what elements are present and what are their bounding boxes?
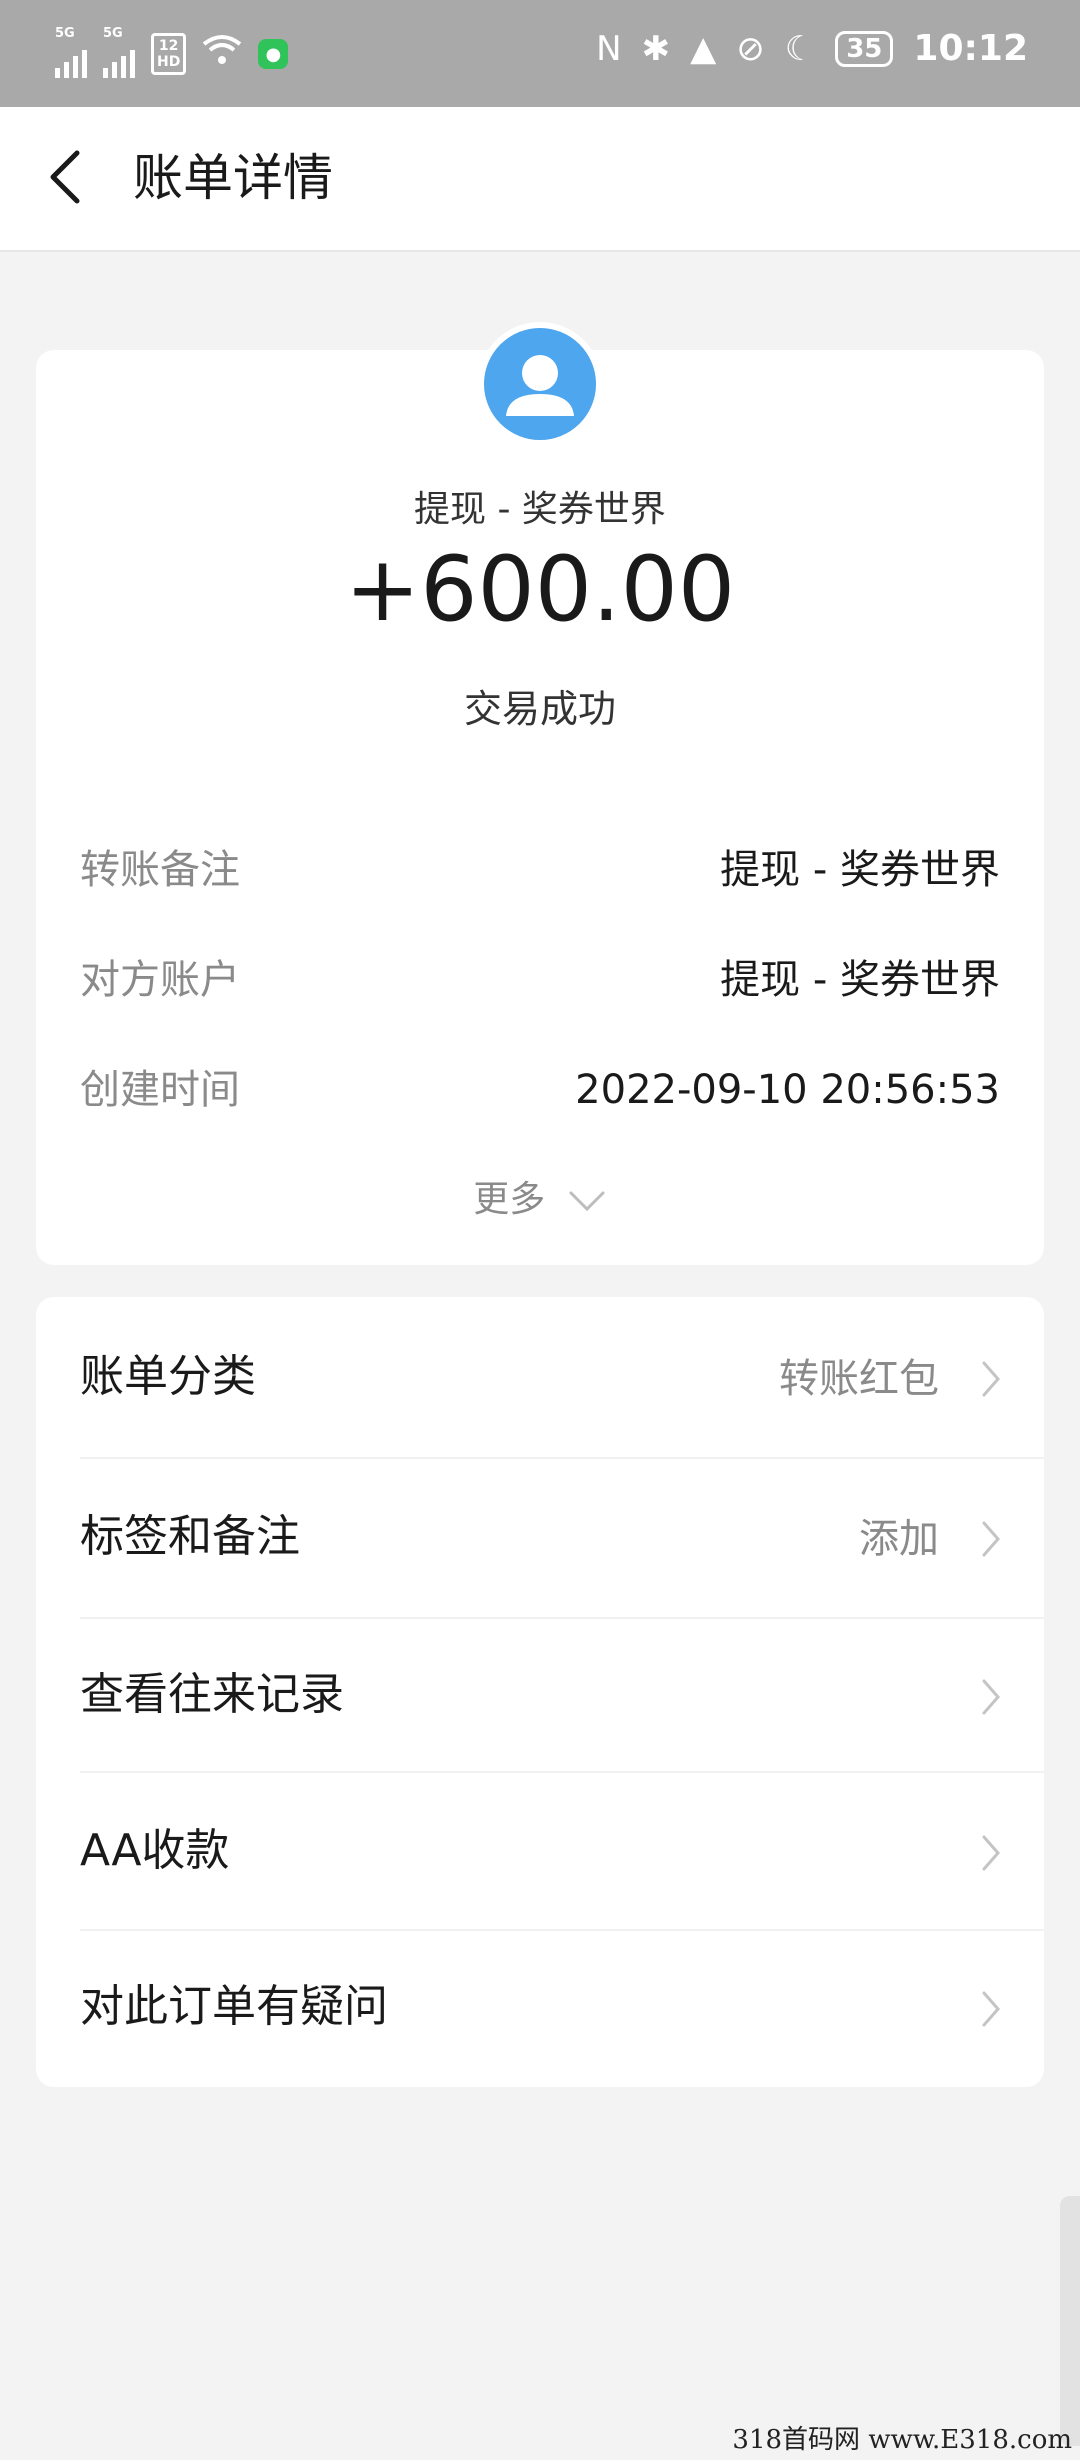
chevron-right-icon (982, 1679, 1000, 1715)
hd-icon: 12 HD (151, 33, 187, 75)
hd-top: 12 (158, 38, 179, 54)
moon-icon: ☾ (784, 28, 816, 69)
signal-label: 5G (103, 26, 123, 41)
more-label: 更多 (473, 1179, 546, 1220)
detail-key: 转账备注 (80, 847, 240, 893)
battery-icon: 35 (835, 30, 894, 67)
detail-key: 创建时间 (80, 1067, 240, 1113)
list-item-tags[interactable]: 标签和备注 添加 (36, 1457, 1044, 1617)
chevron-right-icon (982, 1521, 1000, 1557)
vibrate-off-icon: ⊘ (736, 28, 765, 69)
more-button[interactable]: 更多 (36, 1170, 1044, 1222)
detail-row-note: 转账备注 提现 - 奖券世界 (80, 840, 1000, 900)
chevron-left-icon (50, 150, 80, 204)
nfc-icon: N (596, 28, 622, 69)
bluetooth-icon: ✱ (641, 28, 671, 69)
page-title: 账单详情 (133, 149, 333, 207)
list-item-history[interactable]: 查看往来记录 (36, 1615, 1044, 1775)
detail-row-account: 对方账户 提现 - 奖券世界 (80, 950, 1000, 1010)
location-icon: ▲ (690, 28, 717, 69)
list-item-question[interactable]: 对此订单有疑问 (36, 1927, 1044, 2087)
actions-card: 账单分类 转账红包 标签和备注 添加 查看往来记录 AA收款 对此订单有疑问 (36, 1297, 1044, 2087)
detail-value: 提现 - 奖券世界 (720, 847, 1000, 893)
list-item-aa[interactable]: AA收款 (36, 1771, 1044, 1931)
wechat-icon: ● (258, 39, 289, 69)
wifi-icon (202, 34, 242, 75)
scrollbar[interactable] (1060, 2196, 1080, 2446)
transaction-card: 提现 - 奖券世界 +600.00 交易成功 转账备注 提现 - 奖券世界 对方… (36, 322, 1044, 1265)
clock: 10:12 (913, 28, 1028, 69)
amount: +600.00 (344, 537, 736, 642)
signal-icon: 5G (55, 26, 87, 78)
merchant-name: 提现 - 奖券世界 (414, 489, 666, 530)
transaction-status: 交易成功 (463, 687, 616, 731)
signal-label: 5G (55, 26, 75, 41)
list-item-category[interactable]: 账单分类 转账红包 (36, 1297, 1044, 1457)
user-icon (506, 355, 574, 416)
item-value: 转账红包 (779, 1356, 939, 1402)
watermark: 318首码网 www.E318.com (732, 2425, 1072, 2455)
item-label: AA收款 (80, 1825, 230, 1876)
detail-value: 提现 - 奖券世界 (720, 957, 1000, 1003)
item-label: 标签和备注 (80, 1511, 300, 1562)
back-button[interactable] (45, 147, 85, 207)
detail-value: 2022-09-10 20:56:53 (575, 1067, 1000, 1113)
chevron-right-icon (982, 1361, 1000, 1397)
detail-row-time: 创建时间 2022-09-10 20:56:53 (80, 1060, 1000, 1120)
app-header: 账单详情 (0, 107, 1080, 252)
detail-key: 对方账户 (80, 957, 240, 1003)
item-label: 查看往来记录 (80, 1669, 344, 1720)
item-value: 添加 (859, 1516, 939, 1562)
hd-bottom: HD (157, 54, 181, 70)
avatar (478, 322, 602, 446)
chevron-down-icon (569, 1191, 605, 1212)
item-label: 账单分类 (80, 1351, 256, 1402)
signal-icon: 5G (103, 26, 135, 78)
chevron-right-icon (982, 1835, 1000, 1871)
chevron-right-icon (982, 1991, 1000, 2027)
status-bar: 5G 5G 12 HD ● N ✱ ▲ ⊘ ☾ 35 10:12 (0, 0, 1080, 107)
item-label: 对此订单有疑问 (80, 1981, 388, 2032)
